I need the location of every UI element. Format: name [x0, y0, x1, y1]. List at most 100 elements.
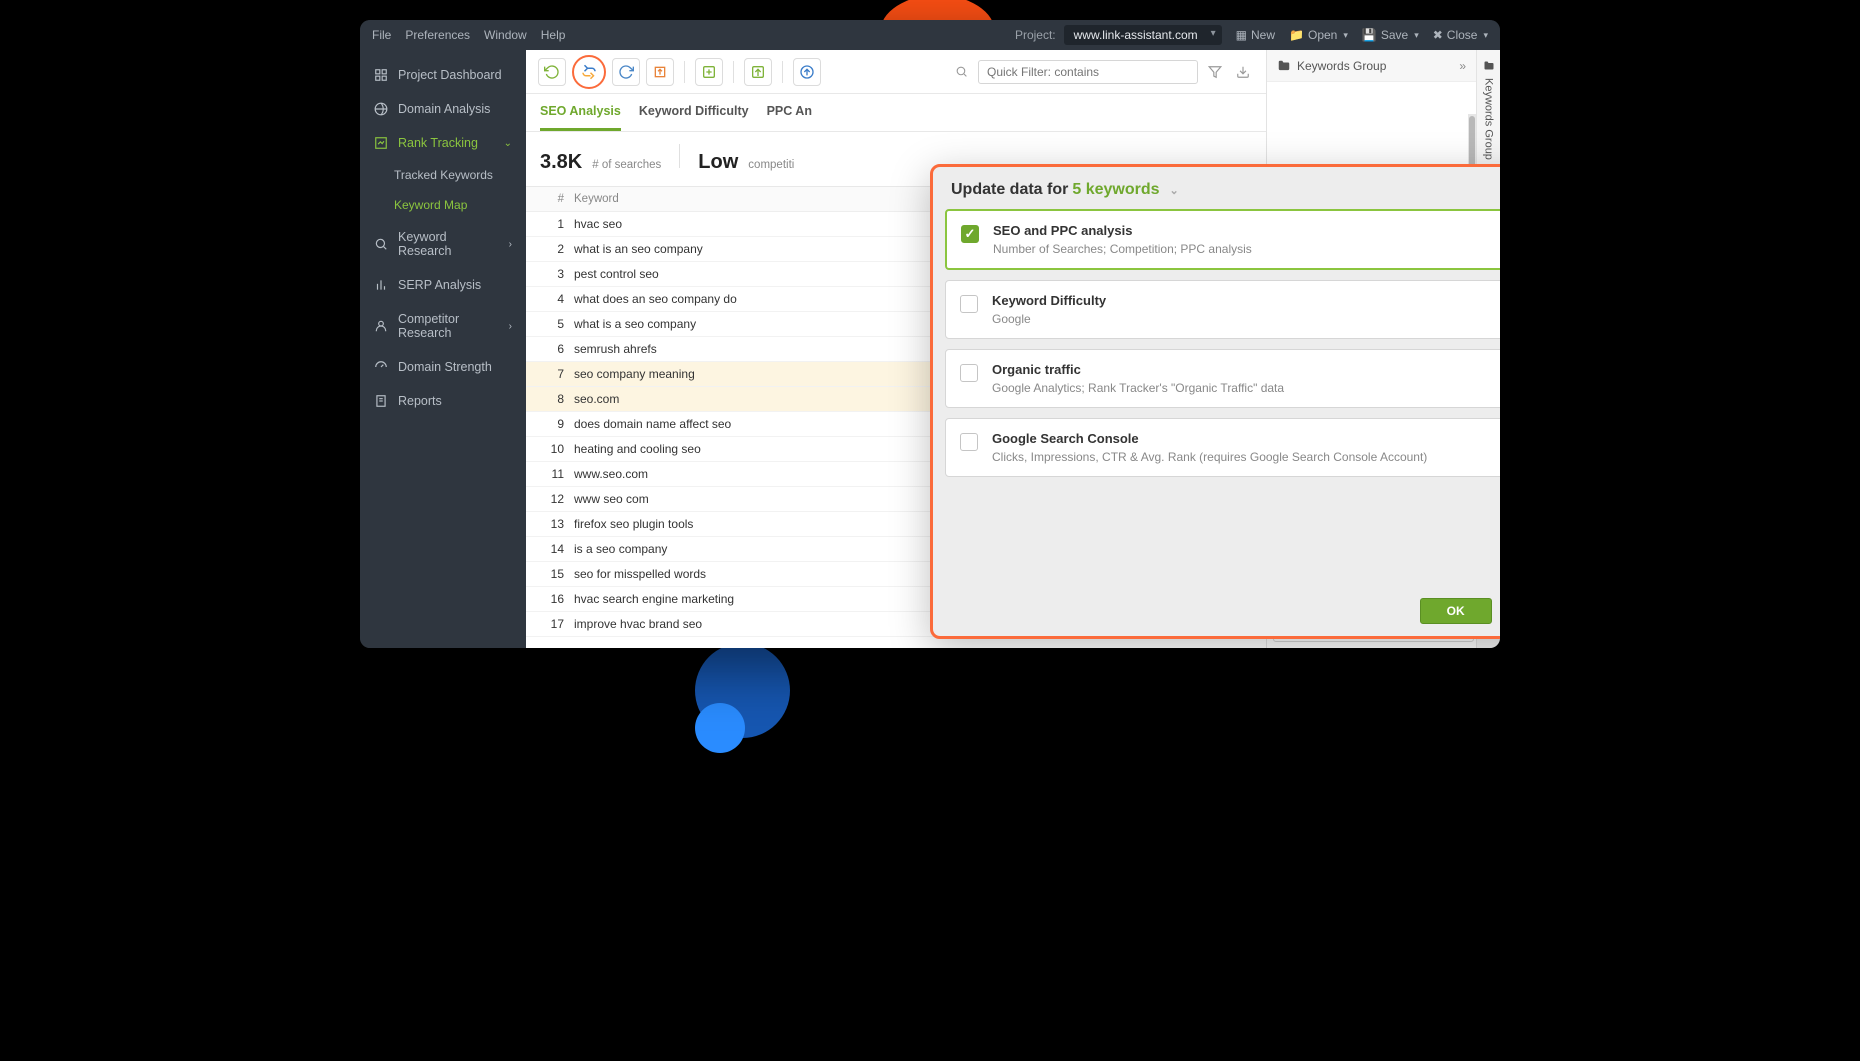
row-number: 13 — [540, 517, 574, 531]
stat-competition-label: competiti — [748, 159, 794, 171]
row-keyword: improve hvac brand seo — [574, 617, 952, 631]
right-panel-title: Keywords Group — [1297, 59, 1386, 73]
tool-sync[interactable] — [612, 58, 640, 86]
column-header-number[interactable]: # — [540, 193, 574, 205]
sidebar-item-label: Reports — [398, 394, 442, 408]
project-label: Project: — [1015, 28, 1056, 42]
search-icon — [374, 237, 388, 251]
sidebar-item-domain-analysis[interactable]: Domain Analysis — [360, 92, 526, 126]
globe-icon — [374, 102, 388, 116]
modal-option-card[interactable]: Keyword Difficulty Google — [945, 280, 1500, 339]
row-number: 12 — [540, 492, 574, 506]
option-content: SEO and PPC analysis Number of Searches; … — [993, 223, 1500, 256]
checkbox[interactable] — [960, 364, 978, 382]
side-tab-label: Keywords Group — [1483, 78, 1495, 160]
open-button-label: Open — [1308, 28, 1337, 42]
tool-refresh-keywords[interactable] — [538, 58, 566, 86]
modal-keyword-count[interactable]: 5 keywords — [1072, 181, 1159, 199]
row-keyword: seo for misspelled words — [574, 567, 952, 581]
checkbox[interactable] — [960, 433, 978, 451]
row-number: 14 — [540, 542, 574, 556]
stat-searches-label: # of searches — [592, 159, 661, 171]
sidebar-item-domain-strength[interactable]: Domain Strength — [360, 350, 526, 384]
save-button[interactable]: 💾 Save ▾ — [1362, 28, 1419, 42]
row-number: 7 — [540, 367, 574, 381]
sidebar-item-keyword-research[interactable]: Keyword Research › — [360, 220, 526, 268]
tab-seo-analysis[interactable]: SEO Analysis — [540, 94, 621, 131]
sidebar: Project Dashboard Domain Analysis Rank T… — [360, 50, 526, 648]
stat-searches-value: 3.8K — [540, 151, 582, 174]
modal-option-card[interactable]: SEO and PPC analysis Number of Searches; … — [945, 209, 1500, 270]
folder-icon — [1483, 60, 1495, 72]
filter-icon[interactable] — [1204, 61, 1226, 83]
row-number: 10 — [540, 442, 574, 456]
search-icon — [950, 61, 972, 83]
toolbar — [526, 50, 1266, 94]
tool-upload[interactable] — [793, 58, 821, 86]
option-description: Clicks, Impressions, CTR & Avg. Rank (re… — [992, 450, 1500, 464]
new-button[interactable]: ▦ New — [1236, 28, 1275, 42]
tool-add[interactable] — [695, 58, 723, 86]
save-button-label: Save — [1381, 28, 1408, 42]
bars-icon — [374, 278, 388, 292]
save-icon: 💾 — [1362, 28, 1377, 42]
new-button-label: New — [1251, 28, 1275, 42]
row-number: 17 — [540, 617, 574, 631]
close-icon: ✖ — [1433, 28, 1443, 42]
tool-import[interactable] — [744, 58, 772, 86]
tab-ppc-analysis[interactable]: PPC An — [767, 94, 812, 131]
menu-window[interactable]: Window — [484, 28, 527, 42]
sidebar-item-reports[interactable]: Reports — [360, 384, 526, 418]
sidebar-item-serp-analysis[interactable]: SERP Analysis — [360, 268, 526, 302]
option-title: SEO and PPC analysis — [993, 223, 1500, 238]
chevron-right-icon: › — [509, 239, 512, 250]
sidebar-item-dashboard[interactable]: Project Dashboard — [360, 58, 526, 92]
chevron-down-icon[interactable]: ⌄ — [1170, 184, 1179, 197]
menu-preferences[interactable]: Preferences — [405, 28, 470, 42]
option-description: Number of Searches; Competition; PPC ana… — [993, 242, 1500, 256]
sidebar-item-label: Competitor Research — [398, 312, 499, 340]
row-keyword: hvac search engine marketing — [574, 592, 952, 606]
chevron-right-icon: › — [509, 321, 512, 332]
folder-icon — [1277, 59, 1291, 73]
sidebar-item-rank-tracking[interactable]: Rank Tracking ⌄ — [360, 126, 526, 160]
row-number: 15 — [540, 567, 574, 581]
tool-update-data[interactable] — [572, 55, 606, 89]
menu-file[interactable]: File — [372, 28, 391, 42]
sidebar-sub-tracked-keywords[interactable]: Tracked Keywords — [360, 160, 526, 190]
user-icon — [374, 319, 388, 333]
quick-filter-input[interactable] — [978, 60, 1198, 84]
option-content: Google Search Console Clicks, Impressions… — [992, 431, 1500, 464]
tab-keyword-difficulty[interactable]: Keyword Difficulty — [639, 94, 749, 131]
app-window: File Preferences Window Help Project: ww… — [360, 20, 1500, 648]
sidebar-item-competitor-research[interactable]: Competitor Research › — [360, 302, 526, 350]
modal-footer: OK Cancel — [933, 588, 1500, 636]
modal-option-card[interactable]: Organic trafficGoogle Analytics; Rank Tr… — [945, 349, 1500, 408]
menu-help[interactable]: Help — [541, 28, 566, 42]
chevron-down-icon: ⌄ — [504, 138, 512, 149]
open-button[interactable]: 📁 Open ▾ — [1289, 28, 1348, 42]
checkbox[interactable] — [961, 225, 979, 243]
file-plus-icon: ▦ — [1236, 28, 1247, 42]
close-button[interactable]: ✖ Close ▾ — [1433, 28, 1488, 42]
option-title: Google Search Console — [992, 431, 1500, 446]
collapse-icon[interactable]: » — [1459, 59, 1466, 73]
project-selector[interactable]: www.link-assistant.com — [1064, 25, 1222, 45]
ok-button[interactable]: OK — [1420, 598, 1492, 624]
row-number: 3 — [540, 267, 574, 281]
tool-export[interactable] — [646, 58, 674, 86]
modal-title-prefix: Update data for — [951, 181, 1068, 199]
checkbox[interactable] — [960, 295, 978, 313]
sidebar-sub-keyword-map[interactable]: Keyword Map — [360, 190, 526, 220]
decoration-blob-blue-small — [695, 703, 745, 753]
sidebar-item-label: Domain Strength — [398, 360, 492, 374]
toolbar-separator — [684, 61, 685, 83]
modal-body: SEO and PPC analysis Number of Searches; … — [933, 209, 1500, 588]
option-title: Keyword Difficulty — [992, 293, 1500, 308]
sidebar-item-label: Keyword Research — [398, 230, 499, 258]
modal-option-card[interactable]: Google Search Console Clicks, Impressions… — [945, 418, 1500, 477]
caret-down-icon: ▾ — [1414, 30, 1419, 41]
download-icon[interactable] — [1232, 61, 1254, 83]
row-number: 8 — [540, 392, 574, 406]
option-description: Google — [992, 312, 1500, 326]
